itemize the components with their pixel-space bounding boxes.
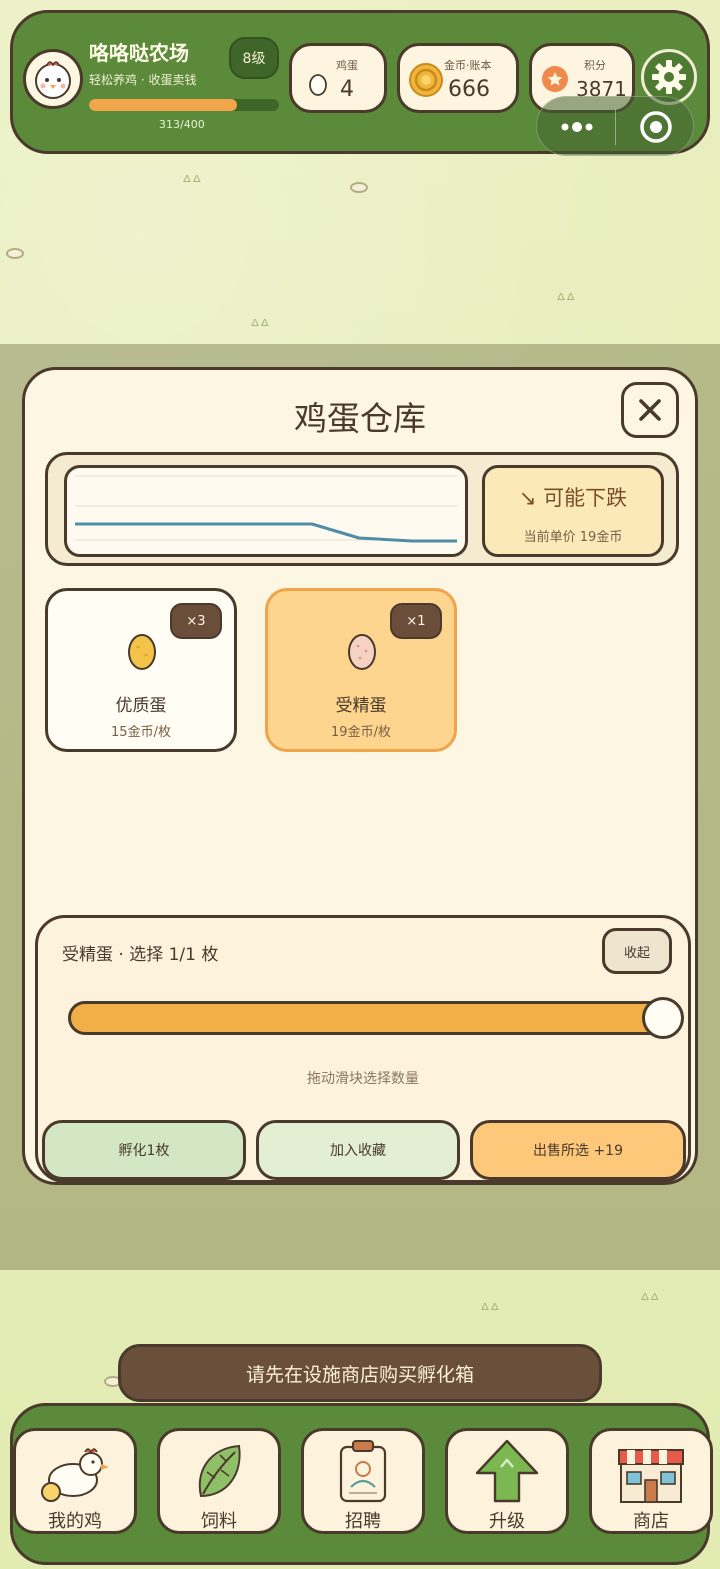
selection-summary: 受精蛋 · 选择 1/1 枚 — [62, 945, 219, 965]
premium-egg-icon — [128, 634, 156, 670]
egg-count-badge: ×3 — [170, 603, 222, 639]
egg-icon — [309, 74, 327, 96]
egg-stat-value: 4 — [340, 77, 354, 102]
pebble-decoration — [350, 182, 368, 193]
egg-count-stat[interactable]: 鸡蛋 4 — [289, 43, 387, 113]
nav-my-chickens[interactable]: 我的鸡 — [13, 1428, 137, 1534]
miniprogram-capsule — [536, 96, 694, 156]
close-icon — [639, 399, 661, 421]
quantity-slider-track[interactable] — [68, 1001, 674, 1035]
price-trend-svg — [75, 475, 457, 543]
nav-label: 我的鸡 — [48, 1511, 102, 1532]
points-stat-caption: 积分 — [584, 59, 606, 72]
coin-stat[interactable]: 金币·账本 666 — [397, 43, 519, 113]
add-favorite-button[interactable]: 加入收藏 — [256, 1120, 460, 1180]
nav-label: 招聘 — [345, 1511, 381, 1532]
xp-progress-fill — [89, 99, 238, 111]
close-miniprogram-icon[interactable] — [639, 110, 673, 144]
egg-count-badge: ×1 — [390, 603, 442, 639]
modal-title: 鸡蛋仓库 — [294, 399, 426, 438]
chicken-avatar[interactable] — [23, 49, 83, 109]
egg-name: 优质蛋 — [115, 696, 167, 716]
farm-name: 咯咯哒农场 — [89, 41, 189, 65]
coin-icon — [409, 63, 443, 97]
up-arrow-icon — [475, 1439, 539, 1503]
coin-stat-value: 666 — [448, 77, 490, 102]
slider-hint: 拖动滑块选择数量 — [307, 1071, 419, 1087]
price-trend-panel: ↘ 可能下跌 当前单价 19金币 — [45, 452, 679, 566]
fertilized-egg-icon — [348, 634, 376, 670]
nav-label: 升级 — [489, 1511, 525, 1532]
quantity-slider-thumb[interactable] — [642, 997, 684, 1039]
egg-card-premium[interactable]: ×3 优质蛋 15金币/枚 — [45, 588, 237, 752]
nav-feed[interactable]: 饲料 — [157, 1428, 281, 1534]
nav-upgrade[interactable]: 升级 — [445, 1428, 569, 1534]
nav-label: 商店 — [633, 1511, 669, 1532]
egg-card-fertilized[interactable]: ×1 受精蛋 19金币/枚 — [265, 588, 457, 752]
nav-label: 饲料 — [201, 1511, 237, 1532]
grass-tuft-decoration: ᐞᐞ — [480, 1300, 500, 1321]
leaf-icon — [198, 1444, 241, 1498]
grass-tuft-decoration: ᐞᐞ — [182, 172, 202, 193]
id-badge-icon — [339, 1440, 387, 1503]
coin-stat-caption: 金币·账本 — [444, 59, 492, 72]
grass-tuft-decoration: ᐞᐞ — [640, 1290, 660, 1311]
sell-selected-button[interactable]: 出售所选 +19 — [470, 1120, 686, 1180]
chicken-face-icon — [35, 61, 71, 99]
farm-subtitle: 轻松养鸡 · 收蛋卖钱 — [89, 73, 197, 87]
price-forecast-label: ↘ 可能下跌 — [518, 486, 628, 510]
grass-tuft-decoration: ᐞᐞ — [250, 316, 270, 337]
egg-warehouse-modal: 鸡蛋仓库 ↘ 可能下跌 当前单价 19金币 ×3 优质蛋 15金币/枚 ×1 受… — [22, 367, 698, 1185]
level-badge: 8级 — [229, 37, 279, 79]
more-options-icon[interactable] — [557, 117, 597, 137]
egg-price: 19金币/枚 — [331, 725, 391, 740]
price-trend-line — [75, 522, 457, 543]
capsule-divider — [615, 109, 616, 145]
egg-stat-caption: 鸡蛋 — [336, 59, 358, 72]
pebble-decoration — [6, 248, 24, 259]
hen-icon — [41, 1448, 109, 1502]
bottom-nav: 我的鸡 饲料 招聘 升级 商店 — [10, 1403, 713, 1565]
egg-price: 15金币/枚 — [111, 725, 171, 740]
hatch-button[interactable]: 孵化1枚 — [42, 1120, 246, 1180]
nav-shop[interactable]: 商店 — [589, 1428, 713, 1534]
selection-panel: 受精蛋 · 选择 1/1 枚 收起 拖动滑块选择数量 孵化1枚 加入收藏 出售所… — [35, 915, 691, 1183]
close-button[interactable] — [621, 382, 679, 438]
nav-recruit[interactable]: 招聘 — [301, 1428, 425, 1534]
toast-message: 请先在设施商店购买孵化箱 — [118, 1344, 602, 1402]
grass-tuft-decoration: ᐞᐞ — [556, 290, 576, 311]
current-unit-price: 当前单价 19金币 — [523, 530, 623, 545]
shop-icon — [618, 1449, 684, 1503]
star-badge-icon — [542, 66, 568, 92]
collapse-button[interactable]: 收起 — [602, 928, 672, 974]
price-forecast-card: ↘ 可能下跌 当前单价 19金币 — [482, 465, 664, 557]
gear-icon — [652, 60, 686, 94]
egg-name: 受精蛋 — [335, 696, 387, 716]
xp-progress-bar — [89, 99, 279, 111]
xp-text: 313/400 — [159, 118, 205, 131]
price-trend-chart — [64, 465, 468, 557]
